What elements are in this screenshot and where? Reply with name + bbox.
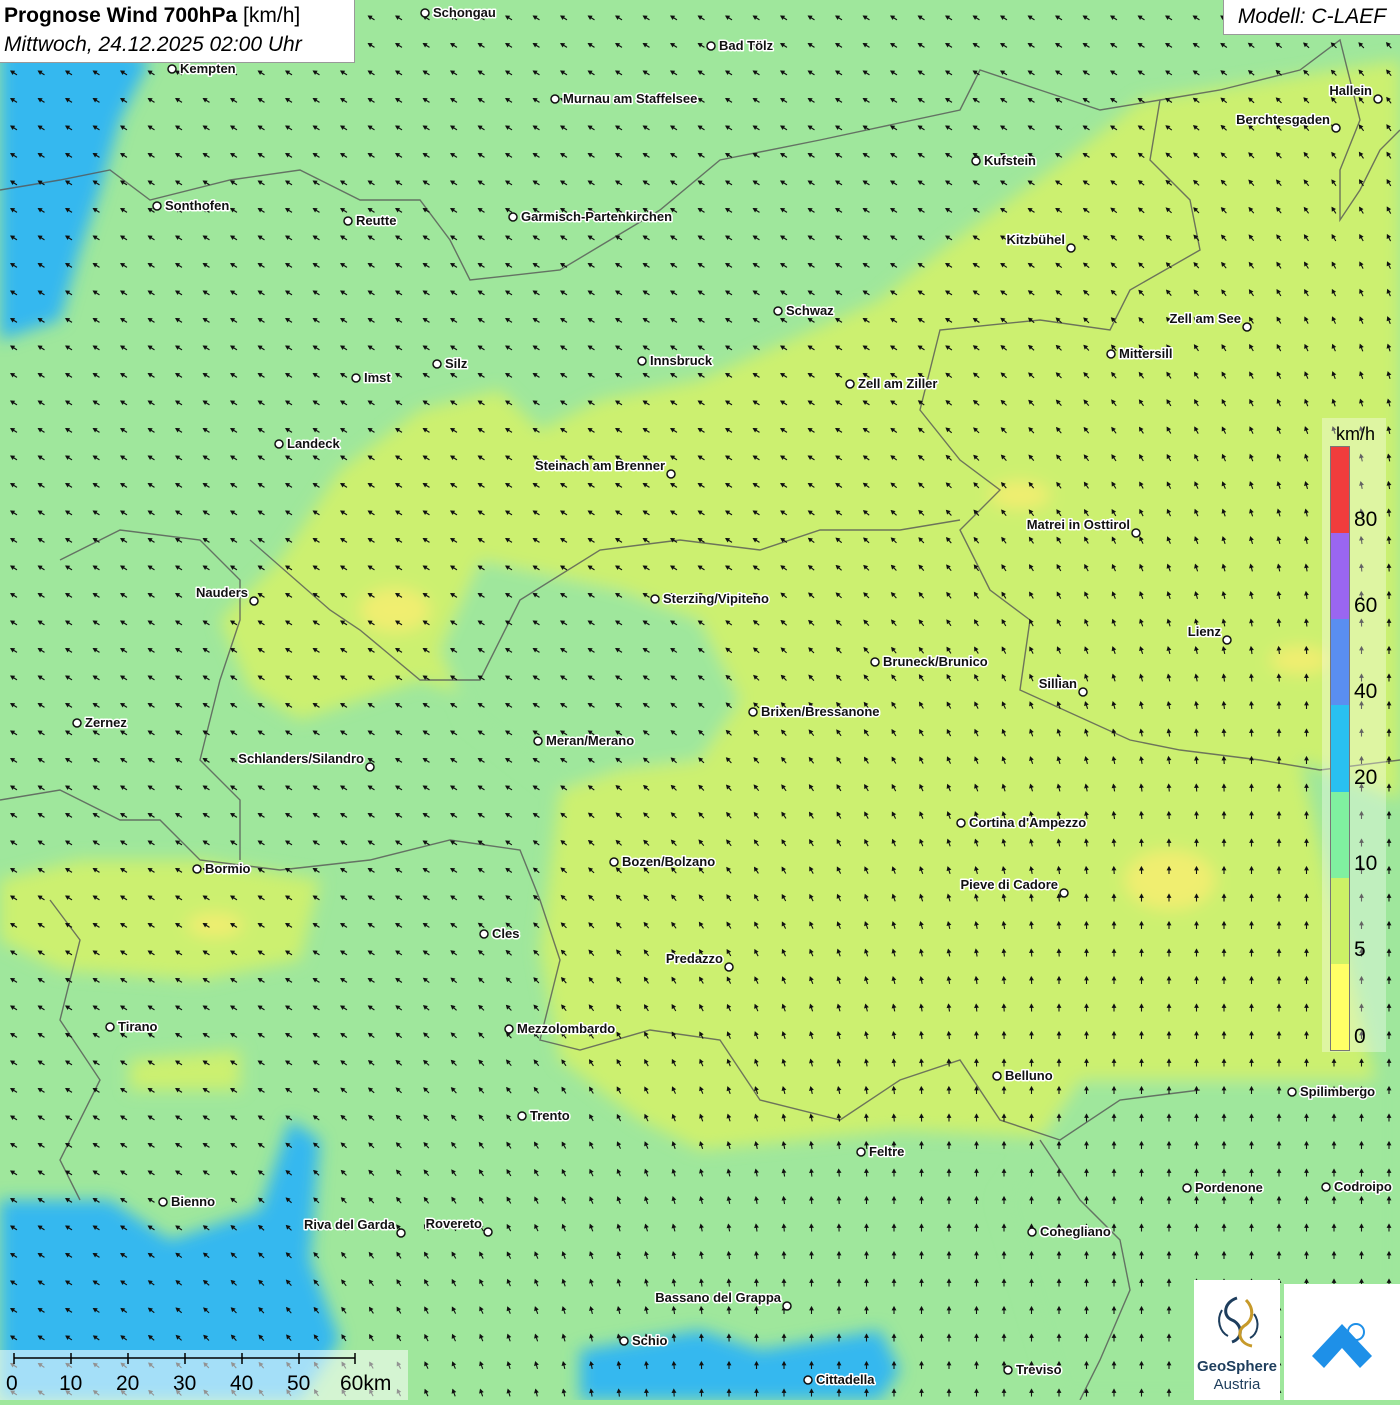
wind-map: SchongauBad TölzKemptenMurnau am Staffel… bbox=[0, 0, 1400, 1400]
